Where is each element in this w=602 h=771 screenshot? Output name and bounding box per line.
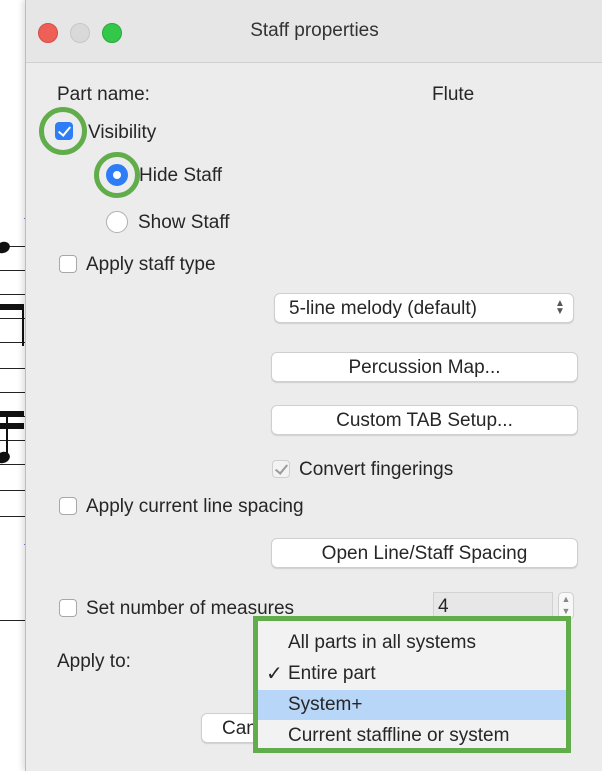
checkmark-icon: ✓ (266, 663, 283, 685)
apply-to-label: Apply to: (57, 651, 131, 672)
open-line-staff-spacing-button[interactable]: Open Line/Staff Spacing (271, 538, 578, 568)
apply-line-spacing-checkbox[interactable] (59, 497, 77, 515)
percussion-map-button[interactable]: Percussion Map... (271, 352, 578, 382)
hide-staff-radio[interactable] (106, 164, 128, 186)
menu-item-label: Current staffline or system (288, 725, 510, 746)
apply-line-spacing-label: Apply current line spacing (86, 496, 304, 517)
visibility-checkbox[interactable] (55, 122, 73, 140)
note-head (0, 449, 12, 466)
note-beam (0, 304, 24, 310)
chevron-updown-icon: ▲ ▼ (555, 298, 565, 317)
visibility-label: Visibility (88, 122, 157, 143)
show-staff-radio[interactable] (106, 211, 128, 233)
title-bar[interactable]: Staff properties (26, 0, 602, 63)
menu-item-system-plus[interactable]: System+ (258, 690, 566, 720)
window-title: Staff properties (250, 20, 379, 41)
show-staff-label: Show Staff (138, 212, 230, 233)
convert-fingerings-checkbox[interactable] (272, 460, 290, 478)
staff-type-value: 5-line melody (default) (289, 298, 477, 319)
menu-item-entire-part[interactable]: ✓ Entire part (258, 659, 566, 689)
note-beam (0, 411, 24, 417)
menu-item-label: All parts in all systems (288, 632, 476, 653)
custom-tab-setup-button[interactable]: Custom TAB Setup... (271, 405, 578, 435)
apply-to-menu: All parts in all systems ✓ Entire part S… (253, 616, 571, 753)
menu-item-label: Entire part (288, 663, 376, 684)
hide-staff-label: Hide Staff (139, 165, 223, 186)
convert-fingerings-label: Convert fingerings (299, 459, 454, 480)
menu-item-current-staffline[interactable]: Current staffline or system (258, 721, 566, 751)
apply-staff-type-label: Apply staff type (86, 254, 216, 275)
apply-staff-type-checkbox[interactable] (59, 255, 77, 273)
part-name-value: Flute (432, 84, 475, 105)
note-beam (0, 423, 24, 429)
note-head (0, 239, 12, 256)
menu-item-all-parts[interactable]: All parts in all systems (258, 628, 566, 658)
set-measures-checkbox[interactable] (59, 599, 77, 617)
part-name-label: Part name: (57, 84, 150, 105)
staff-type-select[interactable]: 5-line melody (default) ▲ ▼ (274, 293, 574, 323)
note-stem (22, 306, 24, 346)
menu-item-label: System+ (288, 694, 363, 715)
